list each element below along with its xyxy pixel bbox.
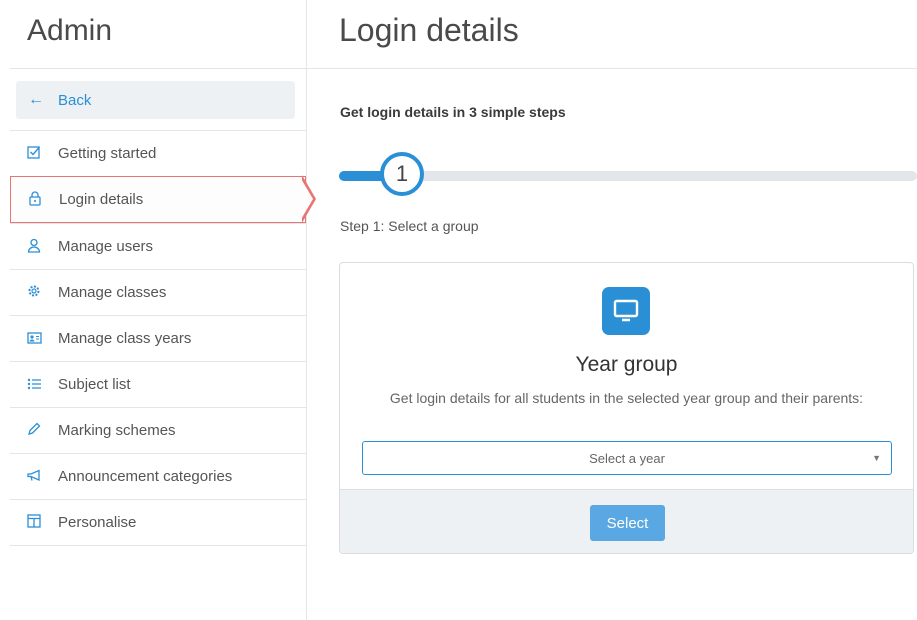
id-card-icon [24,331,44,347]
sidebar-nav: Getting started Login details Manage use… [10,130,306,546]
sidebar-item-login-details[interactable]: Login details [10,176,306,223]
gear-icon [24,284,44,301]
card-footer: Select [340,489,913,553]
sidebar-item-announcement-categories[interactable]: Announcement categories [10,453,306,499]
sidebar-title: Admin [27,14,113,47]
back-label: Back [58,91,92,109]
sidebar-item-label: Marking schemes [58,422,176,439]
sidebar-item-manage-users[interactable]: Manage users [10,223,306,269]
layout-icon [24,514,44,531]
step-label: Step 1: Select a group [340,218,479,234]
sidebar: Admin ← Back Getting started Login detai… [0,0,307,620]
checkbox-icon [24,145,44,162]
page-title: Login details [339,12,519,48]
year-select-placeholder: Select a year [589,450,665,466]
list-icon [24,377,44,393]
step-indicator: 1 [380,152,424,196]
sidebar-item-label: Manage users [58,238,154,255]
user-icon [24,238,44,256]
sidebar-item-manage-classes[interactable]: Manage classes [10,269,306,315]
sidebar-item-getting-started[interactable]: Getting started [10,130,306,176]
sidebar-item-subject-list[interactable]: Subject list [10,361,306,407]
active-item-pointer-fill [300,177,313,221]
sidebar-item-label: Personalise [58,514,137,531]
year-select[interactable]: Select a year ▼ [362,441,892,475]
sidebar-item-manage-class-years[interactable]: Manage class years [10,315,306,361]
sidebar-item-marking-schemes[interactable]: Marking schemes [10,407,306,453]
sidebar-item-label: Login details [59,191,144,208]
steps-heading: Get login details in 3 simple steps [340,104,566,120]
sidebar-item-label: Manage classes [58,284,167,301]
select-button[interactable]: Select [590,505,665,541]
megaphone-icon [24,469,44,485]
back-button[interactable]: ← Back [16,81,295,119]
lock-icon [25,190,45,209]
divider [307,68,917,69]
monitor-icon [602,287,650,335]
sidebar-item-personalise[interactable]: Personalise [10,499,306,546]
sidebar-item-label: Getting started [58,145,157,162]
card-description: Get login details for all students in th… [389,390,864,406]
arrow-left-icon: ← [28,91,44,108]
sidebar-item-label: Subject list [58,376,131,393]
card-title: Year group [575,353,678,376]
sidebar-item-label: Manage class years [58,330,192,347]
divider [10,68,306,69]
progress-track [339,171,917,181]
pen-icon [24,422,44,439]
caret-down-icon: ▼ [872,453,881,463]
sidebar-item-label: Announcement categories [58,468,233,485]
year-group-card: Year group Get login details for all stu… [339,262,914,554]
